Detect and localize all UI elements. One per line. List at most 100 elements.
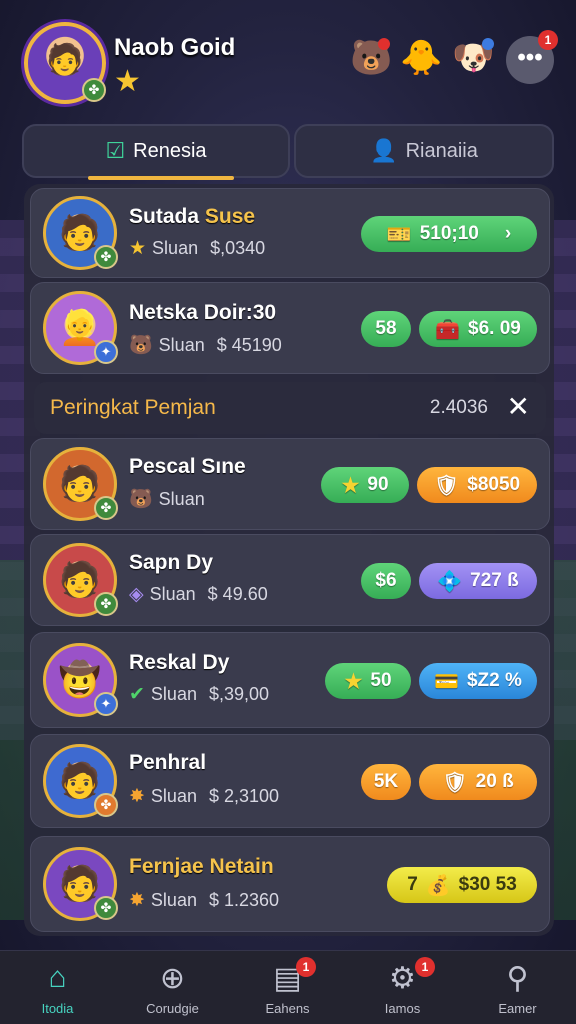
avatar-face-icon: 🧑 <box>58 762 102 800</box>
player-name: Sutada Suse <box>129 205 256 228</box>
avatar-face-icon: 🧑 <box>46 43 84 77</box>
nav-label: Eamer <box>498 1001 537 1016</box>
nav-item-profile[interactable]: ⚲ Eamer <box>460 951 575 1024</box>
player-name: Netska Doir:30 <box>129 301 277 324</box>
reward-pill[interactable]: 💳 $Z2 % <box>419 663 537 699</box>
more-badge: 1 <box>538 30 558 50</box>
score-pill[interactable]: ★ 50 <box>325 663 411 699</box>
bear-icon: 🐻 <box>129 489 153 510</box>
reward-pill[interactable]: 🛡 $8050 <box>417 467 537 503</box>
nav-label: Iamos <box>384 1001 421 1016</box>
avatar: 🤠 ✦ <box>43 643 118 717</box>
profile-icon: ⚲ <box>506 962 529 995</box>
list-item[interactable]: 🧑 ✤ Penhral ✸ Sluan $ 2,3100 5K 🛡 20 ß <box>30 734 550 828</box>
reward-pill[interactable]: 💠 727 ß <box>419 563 537 599</box>
check-shield-icon: ✔ <box>129 684 145 705</box>
player-name: Sapn Dy <box>129 551 214 574</box>
list-item[interactable]: 👱 ✦ Netska Doir:30 🐻 Sluan $ 45190 58 🧰 … <box>30 282 550 374</box>
bottom-nav: ⌂ Itodia ⊕ Corudgie ▤ 1 Eahens ⚙ 1 Iamos… <box>0 950 576 1024</box>
nav-label: Eahens <box>265 1001 310 1016</box>
inbox-badge: 1 <box>296 957 316 977</box>
player-subline: 🐻 Sluan $ 45190 <box>129 334 282 357</box>
avatar-face-icon: 🧑 <box>58 865 102 903</box>
active-tab-indicator <box>88 176 234 180</box>
list-item[interactable]: 🧑 ✤ Pescal Sıne 🐻 Sluan ★ 90 🛡 $8050 <box>30 438 550 530</box>
close-icon[interactable]: ✕ <box>507 390 530 423</box>
level-badge-icon: ✤ <box>94 793 118 817</box>
reward-pill[interactable]: 🧰 $6. 09 <box>419 311 537 347</box>
avatar-face-icon: 🧑 <box>58 465 102 503</box>
level-badge-icon: ✤ <box>94 496 118 520</box>
chest-icon: 🧰 <box>435 318 461 341</box>
nav-item-inbox[interactable]: ▤ 1 Eahens <box>230 951 345 1024</box>
tab-bar: ☑ Renesia 👤 Rianaiia <box>22 124 554 178</box>
player-name: Reskal Dy <box>129 651 230 674</box>
player-name: Fernjae Netain <box>129 855 274 878</box>
tab-renesia[interactable]: ☑ Renesia <box>22 124 290 178</box>
pet-chick-icon[interactable]: 🐥 <box>400 38 442 78</box>
player-name: Naob Goid <box>114 34 236 61</box>
level-badge-icon: ✦ <box>94 692 118 716</box>
avatar-face-icon: 🤠 <box>58 661 102 699</box>
profile-header: 🧑 ✤ Naob Goid ★ 🐻 🐥 🐶 ••• 1 <box>0 0 576 118</box>
shield-icon: 🛡 <box>442 771 468 794</box>
star-icon: ★ <box>114 65 141 98</box>
check-shield-icon: ☑ <box>105 138 126 163</box>
level-badge-icon: ✦ <box>94 340 118 364</box>
player-avatar[interactable]: 🧑 ✤ <box>24 22 106 104</box>
reward-pill[interactable]: 7 💰 $30 53 <box>387 867 537 903</box>
settings-badge: 1 <box>415 957 435 977</box>
user-icon: 👤 <box>370 138 398 163</box>
nav-label: Corudgie <box>146 1001 199 1016</box>
avatar: 🧑 ✤ <box>43 847 118 921</box>
home-icon: ⌂ <box>48 961 67 994</box>
avatar: 🧑 ✤ <box>43 196 118 270</box>
bag-icon: 💰 <box>425 874 451 897</box>
player-name: Pescal Sıne <box>129 455 246 478</box>
level-badge-icon: ✤ <box>82 78 106 102</box>
nav-item-search[interactable]: ⊕ Corudgie <box>115 951 230 1024</box>
shield-icon: 🛡 <box>433 474 460 497</box>
level-badge-icon: ✤ <box>94 592 118 616</box>
list-item[interactable]: 🧑 ✤ Fernjae Netain ✸ Sluan $ 1.2360 7 💰 … <box>30 836 550 932</box>
list-item[interactable]: 🧑 ✤ Sapn Dy ◈ Sluan $ 49.60 $6 💠 727 ß <box>30 534 550 626</box>
chevron-right-icon: › <box>504 223 512 244</box>
section-count: 2.4036 <box>429 397 488 418</box>
list-item[interactable]: 🤠 ✦ Reskal Dy ✔ Sluan $,39,00 ★ 50 💳 $Z2… <box>30 632 550 728</box>
ranking-section-header: Peringkat Pemjan 2.4036 ✕ <box>34 382 546 434</box>
gear-icon: ⚙ <box>389 962 416 995</box>
nav-label: Itodia <box>41 1001 74 1016</box>
player-subline: ✸ Sluan $ 1.2360 <box>129 890 280 911</box>
nav-item-settings[interactable]: ⚙ 1 Iamos <box>345 951 460 1024</box>
bear-icon: 🐻 <box>129 335 153 356</box>
nav-item-home[interactable]: ⌂ Itodia <box>0 951 115 1024</box>
star-icon: ✸ <box>129 786 145 807</box>
score-pill[interactable]: ★ 90 <box>321 467 409 503</box>
avatar-face-icon: 👱 <box>58 309 102 347</box>
reward-pill[interactable]: 🎫 510;10 › <box>361 216 537 252</box>
tab-label: Rianaiia <box>405 139 478 162</box>
card-icon: 💳 <box>434 670 459 693</box>
level-badge-icon: ✤ <box>94 896 118 920</box>
score-pill[interactable]: 58 <box>361 311 411 347</box>
player-subline: ✸ Sluan $ 2,3100 <box>129 786 280 807</box>
avatar: 🧑 ✤ <box>43 543 118 617</box>
score-pill[interactable]: $6 <box>361 563 411 599</box>
gem-icon: 💠 <box>437 570 463 593</box>
player-subline: 🐻 Sluan <box>129 488 205 511</box>
score-pill[interactable]: 5K <box>361 764 411 800</box>
avatar: 🧑 ✤ <box>43 447 118 521</box>
tab-rianaiia[interactable]: 👤 Rianaiia <box>294 124 554 178</box>
ticket-icon: 🎫 <box>386 223 412 246</box>
list-item[interactable]: 🧑 ✤ Sutada Suse ★ Sluan $,0340 🎫 510;10 … <box>30 188 550 278</box>
section-title: Peringkat Pemjan <box>50 396 216 419</box>
star-icon: ✸ <box>129 890 145 911</box>
search-icon: ⊕ <box>159 962 186 995</box>
rank-icon: ◈ <box>129 584 144 605</box>
avatar-face-icon: 🧑 <box>58 561 102 599</box>
more-dots-icon: ••• <box>517 44 543 71</box>
reward-pill[interactable]: 🛡 20 ß <box>419 764 537 800</box>
avatar: 🧑 ✤ <box>43 744 118 818</box>
avatar-face-icon: 🧑 <box>58 214 102 252</box>
player-subline: ◈ Sluan $ 49.60 <box>129 584 268 605</box>
